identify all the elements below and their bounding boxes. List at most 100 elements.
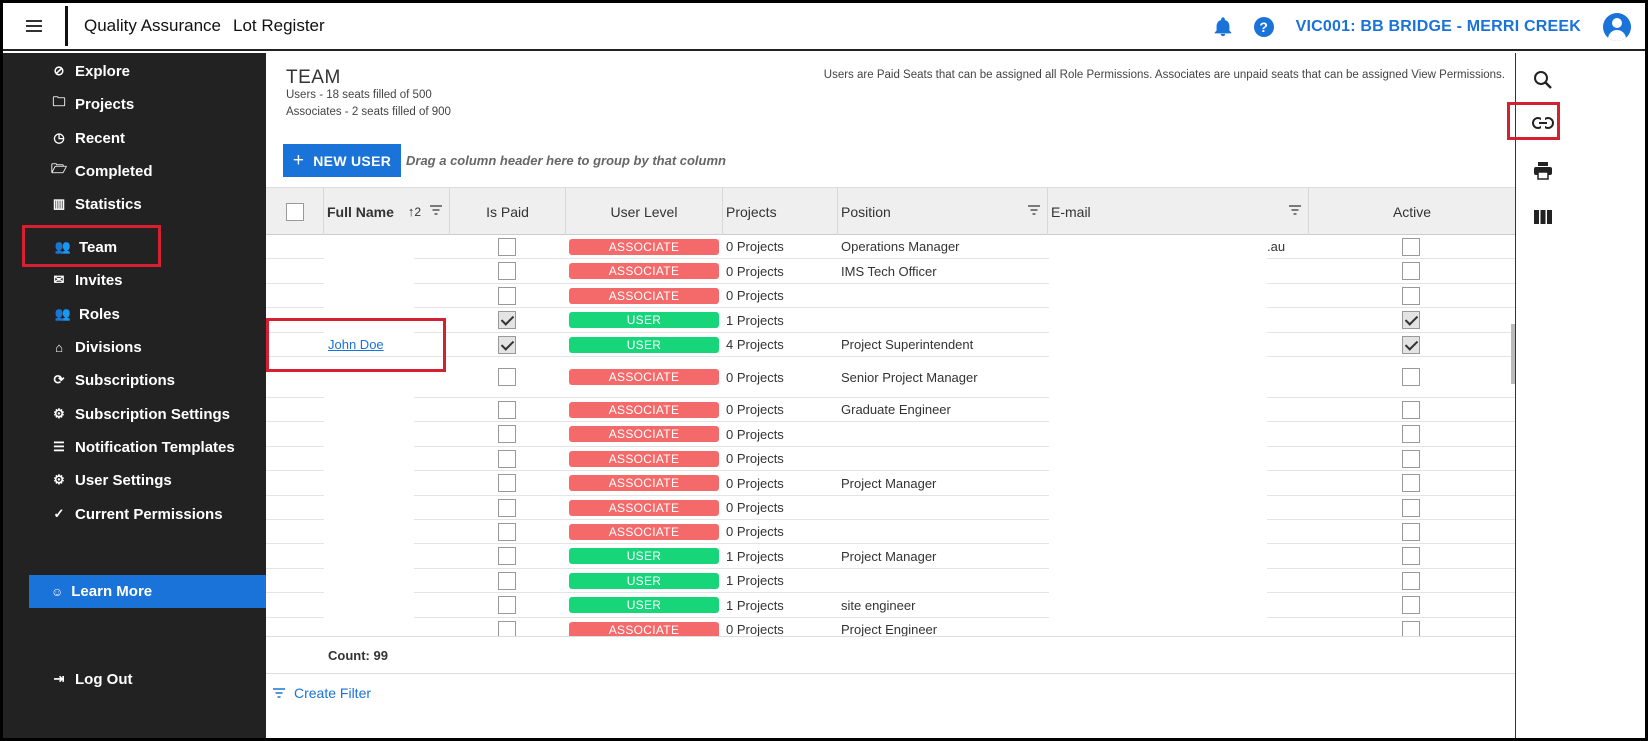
is-paid-checkbox[interactable] — [498, 449, 516, 468]
user-level-badge: USER — [569, 548, 719, 564]
project-selector[interactable]: VIC001: BB BRIDGE - MERRI CREEK — [1296, 18, 1581, 36]
active-checkbox[interactable] — [1402, 425, 1420, 443]
is-paid-checkbox[interactable] — [498, 425, 516, 443]
active-checkbox[interactable] — [1402, 596, 1420, 614]
sidebar-item-completed[interactable]: 🗁 Completed — [51, 159, 153, 183]
sidebar-item-projects[interactable]: 🗀 Projects — [51, 92, 134, 116]
link-icon[interactable] — [1530, 110, 1556, 136]
print-icon[interactable] — [1530, 158, 1556, 184]
projects-cell: 0 Projects — [726, 426, 784, 442]
learn-more-button[interactable]: ☺ Learn More — [29, 575, 266, 608]
sidebar-item-label: Subscription Settings — [75, 405, 231, 423]
user-level-cell: ASSOCIATE — [569, 520, 719, 543]
menu-icon[interactable] — [3, 3, 65, 50]
column-header-full-name[interactable]: Full Name ↑ 2 — [324, 188, 450, 235]
logout-button[interactable]: ⇥ Log Out — [51, 667, 133, 691]
logout-icon: ⇥ — [53, 671, 65, 686]
projects-cell: 1 Projects — [726, 597, 784, 613]
is-paid-checkbox[interactable] — [498, 474, 516, 492]
sidebar-item-subscription-settings[interactable]: ⚙ Subscription Settings — [51, 402, 230, 426]
active-checkbox[interactable] — [1402, 262, 1420, 280]
is-paid-checkbox[interactable] — [498, 335, 516, 354]
is-paid-checkbox[interactable] — [498, 237, 516, 256]
active-checkbox[interactable] — [1402, 571, 1420, 590]
active-checkbox[interactable] — [1402, 335, 1420, 354]
sidebar-item-notification-templates[interactable]: ☰ Notification Templates — [51, 435, 235, 459]
filter-icon[interactable] — [1288, 203, 1302, 217]
grid-header: Full Name ↑ 2 Is Paid User Level Projects… — [266, 188, 1515, 235]
projects-cell: 0 Projects — [726, 288, 784, 303]
user-level-cell: USER — [569, 308, 719, 332]
is-paid-checkbox[interactable] — [498, 286, 516, 305]
active-checkbox[interactable] — [1402, 474, 1420, 492]
active-checkbox[interactable] — [1402, 498, 1420, 517]
is-paid-checkbox[interactable] — [498, 262, 516, 280]
is-paid-checkbox[interactable] — [498, 596, 516, 614]
column-header-is-paid[interactable]: Is Paid — [450, 188, 566, 235]
projects-cell: 0 Projects — [726, 475, 784, 491]
create-filter-link[interactable]: Create Filter — [272, 685, 371, 701]
column-header-projects[interactable]: Projects — [723, 188, 838, 235]
active-cell — [1402, 422, 1420, 446]
sidebar-item-roles[interactable]: 👥 Roles — [55, 302, 120, 326]
active-cell — [1402, 357, 1420, 397]
help-icon[interactable]: ? — [1253, 17, 1274, 37]
table-row: John Doe USER 4 Projects Project Superinten… — [266, 333, 1515, 357]
active-checkbox[interactable] — [1402, 547, 1420, 565]
active-cell — [1402, 333, 1420, 356]
new-user-button[interactable]: + NEW USER — [283, 144, 401, 177]
sidebar-item-team[interactable]: 👥 Team — [55, 235, 117, 259]
sidebar-item-recent[interactable]: ◷ Recent — [51, 126, 125, 150]
user-name-link[interactable]: John Doe — [328, 337, 384, 352]
is-paid-checkbox[interactable] — [498, 571, 516, 590]
search-icon[interactable] — [1530, 67, 1556, 93]
active-checkbox[interactable] — [1402, 449, 1420, 468]
sidebar-item-subscriptions[interactable]: ⟳ Subscriptions — [51, 368, 175, 392]
filter-icon[interactable] — [429, 203, 443, 217]
active-checkbox[interactable] — [1402, 620, 1420, 636]
user-level-badge: ASSOCIATE — [569, 450, 719, 467]
active-checkbox[interactable] — [1402, 522, 1420, 541]
sidebar-item-statistics[interactable]: ▥ Statistics — [51, 192, 142, 216]
filter-icon[interactable] — [1027, 203, 1041, 217]
app-subtitle[interactable]: Lot Register — [233, 16, 325, 36]
is-paid-checkbox[interactable] — [498, 498, 516, 517]
column-header-position[interactable]: Position — [838, 188, 1048, 235]
sidebar-item-divisions[interactable]: ⌂ Divisions — [51, 335, 142, 359]
user-level-cell: ASSOCIATE — [569, 284, 719, 307]
avatar[interactable] — [1603, 13, 1631, 41]
projects-cell: 0 Projects — [726, 263, 784, 279]
sidebar-item-user-settings[interactable]: ⚙ User Settings — [51, 468, 172, 492]
bell-icon[interactable] — [1212, 16, 1234, 38]
active-checkbox[interactable] — [1402, 286, 1420, 305]
is-paid-checkbox[interactable] — [498, 522, 516, 541]
user-level-badge: ASSOCIATE — [569, 523, 719, 540]
is-paid-checkbox[interactable] — [498, 368, 516, 386]
column-label: Full Name — [327, 203, 394, 220]
is-paid-checkbox[interactable] — [498, 620, 516, 636]
active-checkbox[interactable] — [1402, 237, 1420, 256]
columns-icon[interactable] — [1530, 204, 1556, 230]
user-level-badge: ASSOCIATE — [569, 426, 719, 442]
active-checkbox[interactable] — [1402, 400, 1420, 419]
row-count: Count: 99 — [328, 647, 388, 663]
is-paid-checkbox[interactable] — [498, 547, 516, 565]
column-header-email[interactable]: E-mail — [1048, 188, 1309, 235]
select-all-checkbox[interactable] — [285, 202, 304, 221]
gear-icon: ⚙ — [53, 406, 65, 421]
column-header-active[interactable]: Active — [1309, 188, 1515, 235]
is-paid-checkbox[interactable] — [498, 311, 516, 329]
position-cell: Graduate Engineer — [841, 402, 951, 417]
sidebar-item-current-permissions[interactable]: ✓ Current Permissions — [51, 502, 223, 526]
user-level-badge: USER — [569, 312, 719, 328]
column-header-user-level[interactable]: User Level — [566, 188, 723, 235]
user-level-badge: USER — [569, 336, 719, 353]
active-checkbox[interactable] — [1402, 311, 1420, 329]
active-checkbox[interactable] — [1402, 368, 1420, 386]
is-paid-checkbox[interactable] — [498, 400, 516, 419]
group-panel-hint[interactable]: Drag a column header here to group by th… — [406, 153, 726, 168]
is-paid-cell — [498, 308, 516, 332]
sidebar-item-explore[interactable]: ⊘ Explore — [51, 59, 130, 83]
sidebar-item-invites[interactable]: ✉ Invites — [51, 268, 123, 292]
is-paid-cell — [498, 593, 516, 617]
